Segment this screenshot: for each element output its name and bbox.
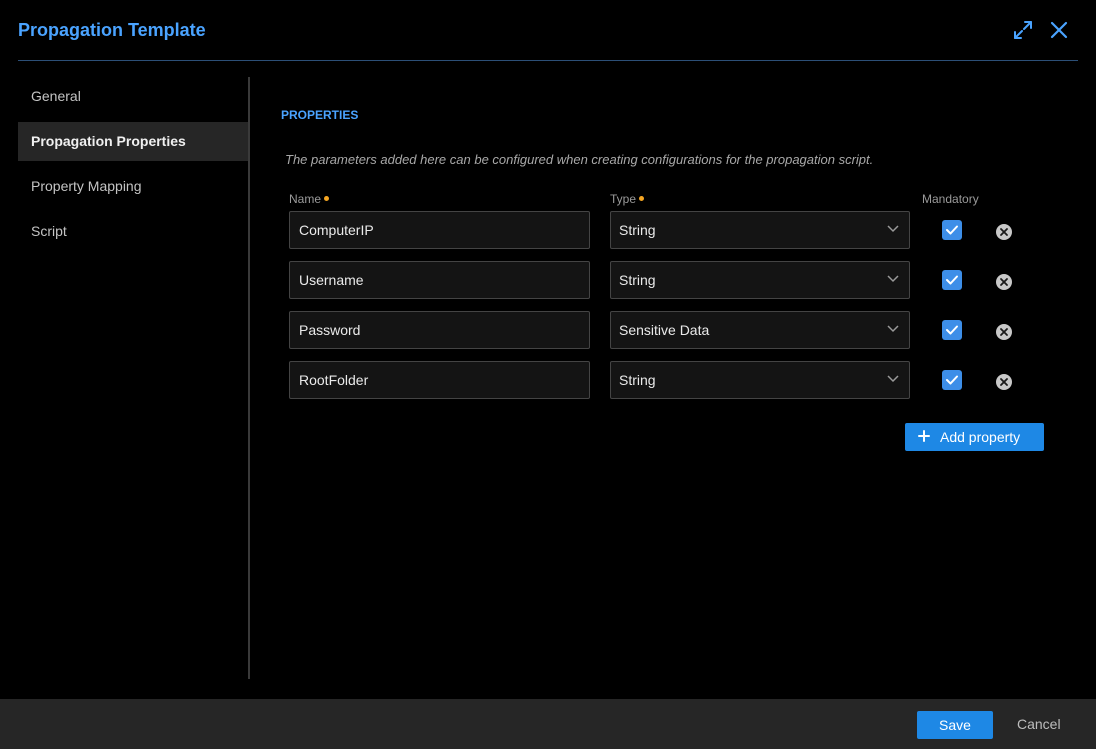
dialog-title: Propagation Template [18,20,206,40]
add-property-button[interactable]: Add property [905,423,1044,451]
save-button[interactable]: Save [917,711,993,739]
property-row: String [281,261,1071,299]
cancel-button[interactable]: Cancel [1017,716,1061,732]
property-type-select[interactable]: String [610,361,910,399]
chevron-down-icon [887,325,899,333]
property-row: Sensitive Data [281,311,1071,349]
close-icon[interactable] [1049,20,1069,40]
required-indicator [324,196,330,202]
chevron-down-icon [887,275,899,283]
add-property-label: Add property [940,429,1021,445]
remove-property-icon[interactable] [995,223,1013,241]
property-type-select[interactable]: String [610,261,910,299]
property-row: String [281,211,1071,249]
mandatory-checkbox[interactable] [942,370,962,390]
section-description: The parameters added here can be configu… [285,152,874,167]
property-row: String [281,361,1071,399]
property-type-value: String [619,272,656,288]
property-name-input[interactable] [289,361,590,399]
property-type-select[interactable]: String [610,211,910,249]
property-name-input[interactable] [289,311,590,349]
mandatory-column-label: Mandatory [922,192,979,206]
remove-property-icon[interactable] [995,273,1013,291]
required-indicator [639,196,645,202]
chevron-down-icon [887,225,899,233]
section-title: PROPERTIES [281,108,359,122]
dialog-header: Propagation Template [18,0,1078,61]
sidebar-item-script[interactable]: Script [18,212,248,251]
sidebar-item-general[interactable]: General [18,77,248,116]
sidebar-nav: General Propagation Properties Property … [18,77,250,679]
remove-property-icon[interactable] [995,373,1013,391]
mandatory-checkbox[interactable] [942,270,962,290]
mandatory-checkbox[interactable] [942,220,962,240]
property-type-value: String [619,372,656,388]
chevron-down-icon [887,375,899,383]
dialog-footer: Save Cancel [0,699,1096,749]
type-column-label: Type [610,192,645,206]
mandatory-checkbox[interactable] [942,320,962,340]
plus-icon [918,430,930,442]
sidebar-item-property-mapping[interactable]: Property Mapping [18,167,248,206]
remove-property-icon[interactable] [995,323,1013,341]
property-type-value: String [619,222,656,238]
property-name-input[interactable] [289,211,590,249]
property-name-input[interactable] [289,261,590,299]
name-column-label: Name [289,192,330,206]
sidebar-item-propagation-properties[interactable]: Propagation Properties [18,122,248,161]
property-type-select[interactable]: Sensitive Data [610,311,910,349]
expand-icon[interactable] [1013,20,1033,40]
property-type-value: Sensitive Data [619,322,710,338]
